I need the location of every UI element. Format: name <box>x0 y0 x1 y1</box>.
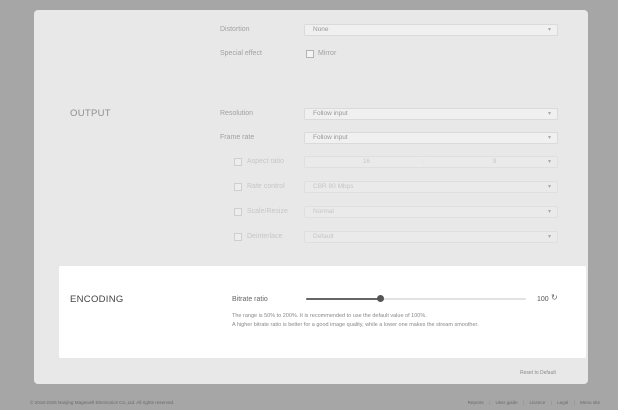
resolution-select[interactable]: Follow input ▾ <box>304 108 558 120</box>
copyright-text: © 2016-2025 Nanjing Magewell Electronics… <box>30 400 175 405</box>
scale-select[interactable]: Normal ▾ <box>304 206 558 218</box>
refresh-icon[interactable]: ↻ <box>551 293 558 302</box>
framerate-label: Frame rate <box>220 134 255 141</box>
footer-links: Reports | User guide | Licence | Legal |… <box>464 400 600 405</box>
rate-control-checkbox[interactable] <box>234 183 242 191</box>
reset-default-link[interactable]: Reset to Default <box>520 370 556 376</box>
aspect-value-1: 16 <box>363 159 370 165</box>
special-effect-label: Special effect <box>220 50 262 57</box>
distortion-select[interactable]: None ▾ <box>304 24 558 36</box>
footer-separator: | <box>573 400 575 405</box>
slider-handle[interactable] <box>377 295 384 302</box>
distortion-value: None <box>313 26 329 33</box>
chevron-down-icon: ▾ <box>547 111 551 117</box>
rate-control-value: CBR 80 Mbps <box>313 183 354 190</box>
bitrate-help-line-2: A higher bitrate ratio is better for a g… <box>232 322 479 328</box>
footer: © 2016-2025 Nanjing Magewell Electronics… <box>0 396 618 410</box>
footer-separator: | <box>550 400 552 405</box>
mirror-checkbox[interactable] <box>306 50 314 58</box>
chevron-down-icon: ▾ <box>547 184 551 190</box>
rate-control-select[interactable]: CBR 80 Mbps ▾ <box>304 181 558 193</box>
aspect-ratio-label: Aspect ratio <box>247 158 284 165</box>
footer-link-legal[interactable]: Legal <box>557 400 568 405</box>
encoding-panel: ENCODING Bitrate ratio 100 ↻ The range i… <box>59 266 586 358</box>
output-section-title: OUTPUT <box>70 108 111 119</box>
footer-link-licence[interactable]: Licence <box>529 400 545 405</box>
distortion-label: Distortion <box>220 26 250 33</box>
footer-separator: | <box>488 400 491 405</box>
deinterlace-select[interactable]: Default ▾ <box>304 231 558 243</box>
bitrate-ratio-label: Bitrate ratio <box>232 296 268 303</box>
resolution-label: Resolution <box>220 110 254 117</box>
chevron-down-icon: ▾ <box>547 209 551 215</box>
scale-label: Scale/Resize <box>247 208 288 215</box>
deinterlace-value: Default <box>313 233 334 240</box>
chevron-down-icon: ▾ <box>547 159 551 165</box>
deinterlace-checkbox[interactable] <box>234 233 242 241</box>
resolution-value: Follow input <box>313 110 348 117</box>
chevron-down-icon: ▾ <box>547 135 551 141</box>
scale-value: Normal <box>313 208 334 215</box>
footer-link-reports[interactable]: Reports <box>468 400 484 405</box>
footer-link-menu-site[interactable]: Menu site <box>580 400 600 405</box>
aspect-separator: : <box>423 159 425 165</box>
bitrate-ratio-slider[interactable] <box>306 293 526 305</box>
encoding-section-title: ENCODING <box>70 294 124 305</box>
rate-control-label: Rate control <box>247 183 285 190</box>
aspect-ratio-input[interactable]: 16 : 9 ▾ <box>304 156 558 168</box>
footer-separator: | <box>522 400 525 405</box>
bitrate-ratio-value: 100 <box>537 296 549 303</box>
bitrate-help-line-1: The range is 50% to 200%. It is recommen… <box>232 313 427 319</box>
scale-checkbox[interactable] <box>234 208 242 216</box>
framerate-value: Follow input <box>313 134 348 141</box>
slider-fill <box>306 298 380 300</box>
aspect-value-2: 9 <box>493 159 497 165</box>
deinterlace-label: Deinterlace <box>247 233 283 240</box>
chevron-down-icon: ▾ <box>547 27 551 33</box>
footer-link-user-guide[interactable]: User guide <box>495 400 517 405</box>
mirror-label: Mirror <box>318 50 337 57</box>
chevron-down-icon: ▾ <box>547 234 551 240</box>
aspect-ratio-checkbox[interactable] <box>234 158 242 166</box>
framerate-select[interactable]: Follow input ▾ <box>304 132 558 144</box>
